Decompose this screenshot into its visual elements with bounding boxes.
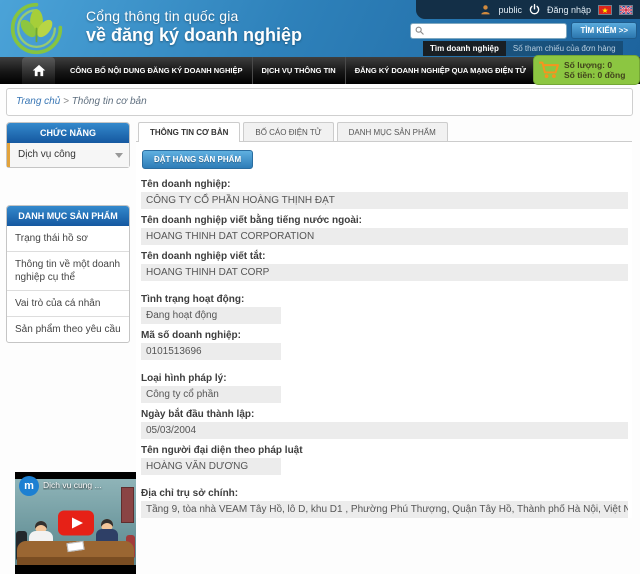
field-row: Ngày bắt đầu thành lập: 05/03/2004	[141, 409, 628, 439]
field-label: Tên doanh nghiệp viết tắt:	[141, 251, 628, 262]
content-tab[interactable]: BỐ CÁO ĐIỆN TỬ	[243, 122, 333, 141]
search-row: TÌM KIẾM >>	[410, 22, 637, 39]
video-thumbnail[interactable]: m Dịch vụ cung ...	[15, 472, 136, 574]
cart-icon	[538, 61, 560, 79]
content-tab[interactable]: THÔNG TIN CƠ BẢN	[138, 122, 240, 142]
chevron-down-icon	[115, 153, 123, 158]
main-content: THÔNG TIN CƠ BẢN BỐ CÁO ĐIỆN TỬ DANH MỤC…	[136, 122, 632, 524]
field-row: Loại hình pháp lý: Công ty cổ phần	[141, 373, 628, 403]
field-value: 05/03/2004	[141, 422, 628, 439]
field-value: HOANG THINH DAT CORPORATION	[141, 228, 628, 245]
sidebar-item-label: Dịch vụ công	[18, 149, 76, 160]
play-icon[interactable]	[58, 511, 94, 536]
power-icon[interactable]	[529, 4, 540, 15]
nav-item[interactable]: DỊCH VỤ THÔNG TIN	[253, 57, 346, 84]
product-list-item[interactable]: Vai trò của cá nhân	[7, 290, 129, 316]
nav-item[interactable]: ĐĂNG KÝ DOANH NGHIỆP QUA MẠNG ĐIỆN TỬ	[346, 57, 536, 84]
cart-total: Số tiền: 0 đồng	[564, 70, 625, 80]
cart-lines: Số lượng: 0 Số tiền: 0 đồng	[564, 60, 625, 80]
search-box	[410, 23, 567, 39]
search-input[interactable]	[424, 25, 562, 37]
nav-items: CÔNG BỐ NỘI DUNG ĐĂNG KÝ DOANH NGHIỆP DỊ…	[61, 57, 536, 84]
user-bar: public Đăng nhập	[416, 0, 640, 19]
breadcrumb: Trang chủ > Thông tin cơ bản	[6, 88, 633, 116]
function-panel: CHỨC NĂNG Dịch vụ công	[6, 122, 130, 168]
field-value: Tầng 9, tòa nhà VEAM Tây Hồ, lô D, khu D…	[141, 501, 628, 518]
field-row: Tên doanh nghiệp viết bằng tiếng nước ng…	[141, 215, 628, 245]
content-tab[interactable]: DANH MỤC SẢN PHẨM	[337, 122, 448, 141]
field-value: HOÀNG VĂN DƯƠNG	[141, 458, 281, 475]
field-row: Mã số doanh nghiệp: 0101513696	[141, 330, 628, 360]
field-label: Loại hình pháp lý:	[141, 373, 628, 384]
breadcrumb-separator: >	[60, 96, 71, 107]
site-title: Cổng thông tin quốc gia về đăng ký doanh…	[86, 8, 302, 46]
search-button[interactable]: TÌM KIẾM >>	[571, 22, 637, 39]
field-label: Tình trạng hoạt động:	[141, 294, 628, 305]
field-value: Đang hoạt động	[141, 307, 281, 324]
portal-logo-icon	[9, 1, 64, 56]
field-row: Tên doanh nghiệp viết tắt: HOANG THINH D…	[141, 251, 628, 281]
tab-panel-basic-info: ĐẶT HÀNG SẢN PHẨM Tên doanh nghiệp: CÔNG…	[136, 142, 632, 518]
field-row: Tên người đại diện theo pháp luật HOÀNG …	[141, 445, 628, 475]
video-title: Dịch vụ cung ...	[43, 480, 134, 490]
product-list: Trạng thái hồ sơ Thông tin về một doanh …	[7, 226, 129, 342]
video-channel-avatar: m	[19, 476, 39, 496]
field-value: CÔNG TY CỔ PHẦN HOÀNG THỊNH ĐẠT	[141, 192, 628, 209]
sidebar-item-public-services[interactable]: Dịch vụ công	[7, 143, 129, 167]
search-tab-order-ref[interactable]: Số tham chiếu của đơn hàng	[506, 41, 623, 56]
search-filter-tabs: Tìm doanh nghiệp Số tham chiếu của đơn h…	[423, 41, 637, 56]
field-value: 0101513696	[141, 343, 281, 360]
function-panel-header: CHỨC NĂNG	[7, 123, 129, 143]
cart-summary[interactable]: Số lượng: 0 Số tiền: 0 đồng	[533, 55, 640, 85]
product-list-item[interactable]: Trạng thái hồ sơ	[7, 226, 129, 251]
field-label: Mã số doanh nghiệp:	[141, 330, 628, 341]
order-product-button[interactable]: ĐẶT HÀNG SẢN PHẨM	[142, 150, 253, 169]
user-name-link[interactable]: public	[498, 5, 522, 15]
products-panel-header: DANH MỤC SẢN PHẨM	[7, 206, 129, 226]
nav-item[interactable]: CÔNG BỐ NỘI DUNG ĐĂNG KÝ DOANH NGHIỆP	[61, 57, 253, 84]
cart-quantity: Số lượng: 0	[564, 60, 625, 70]
field-label: Ngày bắt đầu thành lập:	[141, 409, 628, 420]
breadcrumb-current: Thông tin cơ bản	[72, 96, 147, 107]
flag-vietnam-icon[interactable]	[598, 5, 612, 15]
field-label: Địa chỉ trụ sở chính:	[141, 488, 628, 499]
site-title-line2: về đăng ký doanh nghiệp	[86, 25, 302, 46]
field-list: Tên doanh nghiệp: CÔNG TY CỔ PHẦN HOÀNG …	[140, 179, 628, 518]
search-icon	[415, 26, 424, 35]
field-label: Tên doanh nghiệp:	[141, 179, 628, 190]
home-icon	[32, 64, 46, 77]
breadcrumb-home-link[interactable]: Trang chủ	[16, 96, 60, 107]
search-tab-business[interactable]: Tìm doanh nghiệp	[423, 41, 506, 56]
products-panel: DANH MỤC SẢN PHẨM Trạng thái hồ sơ Thông…	[6, 205, 130, 343]
video-shelf	[121, 487, 134, 523]
field-label: Tên doanh nghiệp viết bằng tiếng nước ng…	[141, 215, 628, 226]
product-list-item[interactable]: Thông tin về một doanh nghiệp cụ thể	[7, 251, 129, 290]
field-row: Tên doanh nghiệp: CÔNG TY CỔ PHẦN HOÀNG …	[141, 179, 628, 209]
site-title-line1: Cổng thông tin quốc gia	[86, 8, 302, 24]
site-header: Cổng thông tin quốc gia về đăng ký doanh…	[0, 0, 640, 57]
field-value: Công ty cổ phần	[141, 386, 281, 403]
home-tab[interactable]	[22, 57, 55, 84]
flag-uk-icon[interactable]	[619, 5, 633, 15]
login-link[interactable]: Đăng nhập	[547, 5, 591, 15]
field-row: Tình trạng hoạt động: Đang hoạt động	[141, 294, 628, 324]
sidebar: CHỨC NĂNG Dịch vụ công DANH MỤC SẢN PHẨM…	[6, 122, 130, 343]
user-icon	[480, 4, 491, 15]
content-tabs: THÔNG TIN CƠ BẢN BỐ CÁO ĐIỆN TỬ DANH MỤC…	[136, 122, 632, 142]
product-list-item[interactable]: Sản phẩm theo yêu cầu	[7, 316, 129, 342]
field-value: HOANG THINH DAT CORP	[141, 264, 628, 281]
field-label: Tên người đại diện theo pháp luật	[141, 445, 628, 456]
field-row: Địa chỉ trụ sở chính: Tầng 9, tòa nhà VE…	[141, 488, 628, 518]
